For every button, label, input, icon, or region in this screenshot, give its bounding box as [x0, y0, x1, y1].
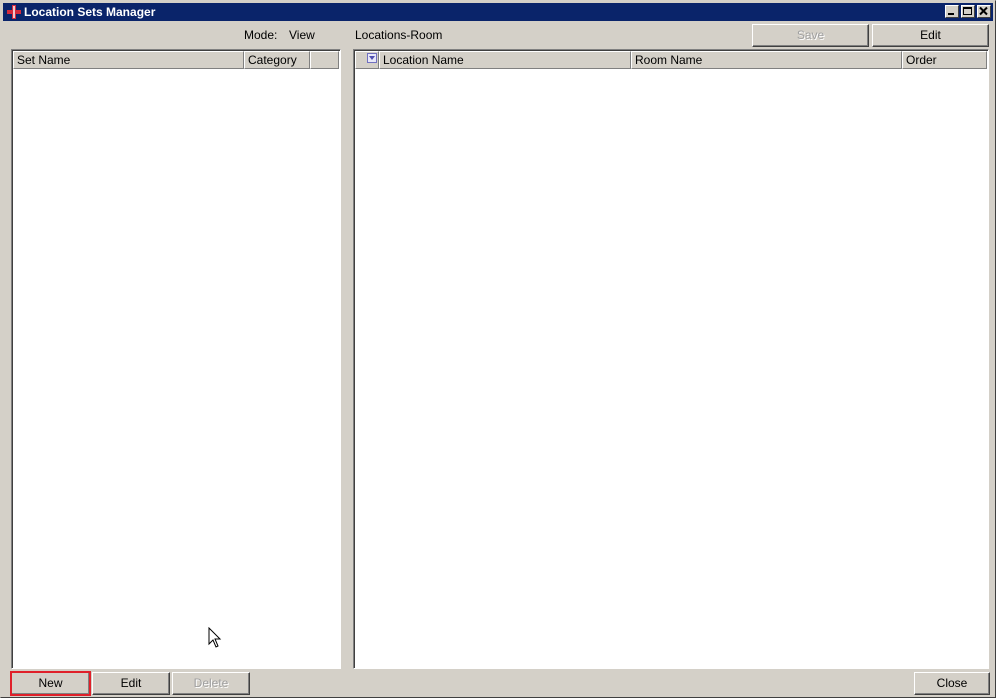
close-window-button[interactable] [977, 5, 991, 18]
location-sets-list[interactable]: Set Name Category [11, 49, 341, 669]
save-button[interactable]: Save [752, 24, 869, 47]
maximize-icon [963, 7, 972, 15]
delete-button[interactable]: Delete [172, 672, 250, 695]
locations-room-title: Locations-Room [355, 28, 443, 42]
column-header-room-name[interactable]: Room Name [631, 51, 902, 69]
maximize-button[interactable] [961, 5, 975, 18]
edit-locations-button[interactable]: Edit [872, 24, 989, 47]
minimize-button[interactable] [945, 5, 959, 18]
close-icon [979, 6, 988, 16]
column-header-blank[interactable] [310, 51, 339, 69]
mouse-pointer-icon [208, 627, 222, 648]
column-header-location-name[interactable]: Location Name [379, 51, 631, 69]
title-bar: Location Sets Manager [3, 3, 993, 21]
app-icon [6, 4, 22, 20]
locations-room-grid[interactable]: Location Name Room Name Order [353, 49, 989, 669]
filter-column-header[interactable] [355, 51, 379, 69]
mode-value: View [289, 28, 315, 42]
location-sets-manager-window: Location Sets Manager Mode: View Locatio… [0, 0, 996, 698]
close-button[interactable]: Close [914, 672, 990, 695]
minimize-icon [948, 13, 954, 15]
column-header-set-name[interactable]: Set Name [13, 51, 244, 69]
column-header-order[interactable]: Order [902, 51, 987, 69]
mode-label: Mode: [244, 28, 278, 42]
window-title: Location Sets Manager [24, 5, 156, 19]
filter-icon [367, 53, 377, 63]
new-button[interactable]: New [10, 671, 91, 696]
column-header-category[interactable]: Category [244, 51, 310, 69]
edit-set-button[interactable]: Edit [92, 672, 170, 695]
